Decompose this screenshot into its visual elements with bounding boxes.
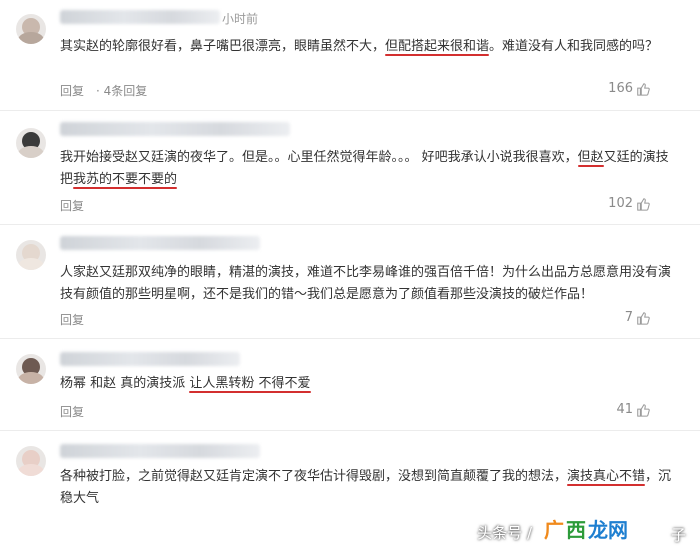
username-blurred[interactable]: [60, 236, 260, 250]
like-count: 166: [608, 81, 633, 96]
like-button[interactable]: 166: [608, 81, 650, 96]
thumbs-up-icon: [637, 82, 650, 96]
reply-count[interactable]: · 4条回复: [96, 82, 147, 99]
comment-time: 小时前: [222, 12, 259, 26]
divider: [0, 338, 700, 339]
username-blurred[interactable]: [60, 122, 290, 136]
like-button[interactable]: 7: [625, 310, 650, 325]
text-segment: 。难道没有人和我同感的吗？: [489, 39, 659, 54]
comment-text: 其实赵的轮廓很好看，鼻子嘴巴很漂亮，眼睛虽然不大，但配搭起来很和谐。难道没有人和…: [60, 36, 680, 58]
reply-button[interactable]: 回复: [60, 311, 84, 328]
like-count: 102: [608, 196, 633, 211]
thumbs-up-icon: [637, 311, 650, 325]
like-button[interactable]: 102: [608, 196, 650, 211]
comment-text: 杨幂 和赵 真的演技派 让人黑转粉 不得不爱: [60, 373, 680, 395]
thumbs-up-icon: [637, 197, 650, 211]
text-segment: 杨幂 和赵 真的演技派: [60, 376, 190, 391]
text-segment: 各种被打脸，之前觉得赵又廷肯定演不了夜华估计得毁剧，没想到简直颠覆了我的想法，: [60, 469, 568, 484]
avatar[interactable]: [16, 240, 46, 270]
comment-text: 各种被打脸，之前觉得赵又廷肯定演不了夜华估计得毁剧，没想到简直颠覆了我的想法，演…: [60, 466, 680, 510]
username-blurred[interactable]: [60, 10, 220, 24]
avatar[interactable]: [16, 354, 46, 384]
text-segment: 我开始接受赵又廷演的夜华了。但是。。心里任然觉得年龄。。。 好吧我承认小说我很喜…: [60, 150, 578, 165]
watermark-suffix: 子: [670, 526, 686, 544]
highlighted-text: 但赵: [577, 150, 604, 165]
text-segment: 其实赵的轮廓很好看，鼻子嘴巴很漂亮，眼睛虽然不大，: [60, 39, 386, 54]
like-count: 41: [616, 402, 633, 417]
comment-text: 我开始接受赵又廷演的夜华了。但是。。心里任然觉得年龄。。。 好吧我承认小说我很喜…: [60, 147, 680, 191]
avatar[interactable]: [16, 446, 46, 476]
text-segment: 人家赵又廷那双纯净的眼睛，精湛的演技，难道不比李易峰谁的强百倍千倍！为什么出品方…: [60, 265, 672, 302]
username-blurred[interactable]: [60, 352, 240, 366]
highlighted-text: 演技真心不错: [567, 469, 646, 484]
reply-button[interactable]: 回复: [60, 197, 84, 214]
highlighted-text: 我苏的不要不要的: [73, 172, 178, 187]
watermark-logo-c: 龙网: [588, 518, 628, 542]
watermark-logo: 广 西 龙网: [544, 514, 628, 543]
divider: [0, 224, 700, 225]
comment-text: 人家赵又廷那双纯净的眼睛，精湛的演技，难道不比李易峰谁的强百倍千倍！为什么出品方…: [60, 262, 680, 306]
divider: [0, 110, 700, 111]
reply-button[interactable]: 回复: [60, 82, 84, 99]
watermark-prefix: 头条号 /: [477, 524, 532, 542]
username-blurred[interactable]: [60, 444, 260, 458]
watermark-logo-b: 西: [566, 518, 586, 542]
avatar[interactable]: [16, 128, 46, 158]
divider: [0, 430, 700, 431]
like-count: 7: [624, 310, 633, 325]
like-button[interactable]: 41: [616, 402, 650, 417]
watermark-logo-a: 广: [544, 518, 564, 542]
highlighted-text: 让人黑转粉 不得不爱: [189, 376, 311, 391]
highlighted-text: 但配搭起来很和谐: [385, 39, 490, 54]
avatar[interactable]: [16, 14, 46, 44]
reply-button[interactable]: 回复: [60, 403, 84, 420]
thumbs-up-icon: [637, 403, 650, 417]
text-segment: ，: [645, 469, 659, 484]
